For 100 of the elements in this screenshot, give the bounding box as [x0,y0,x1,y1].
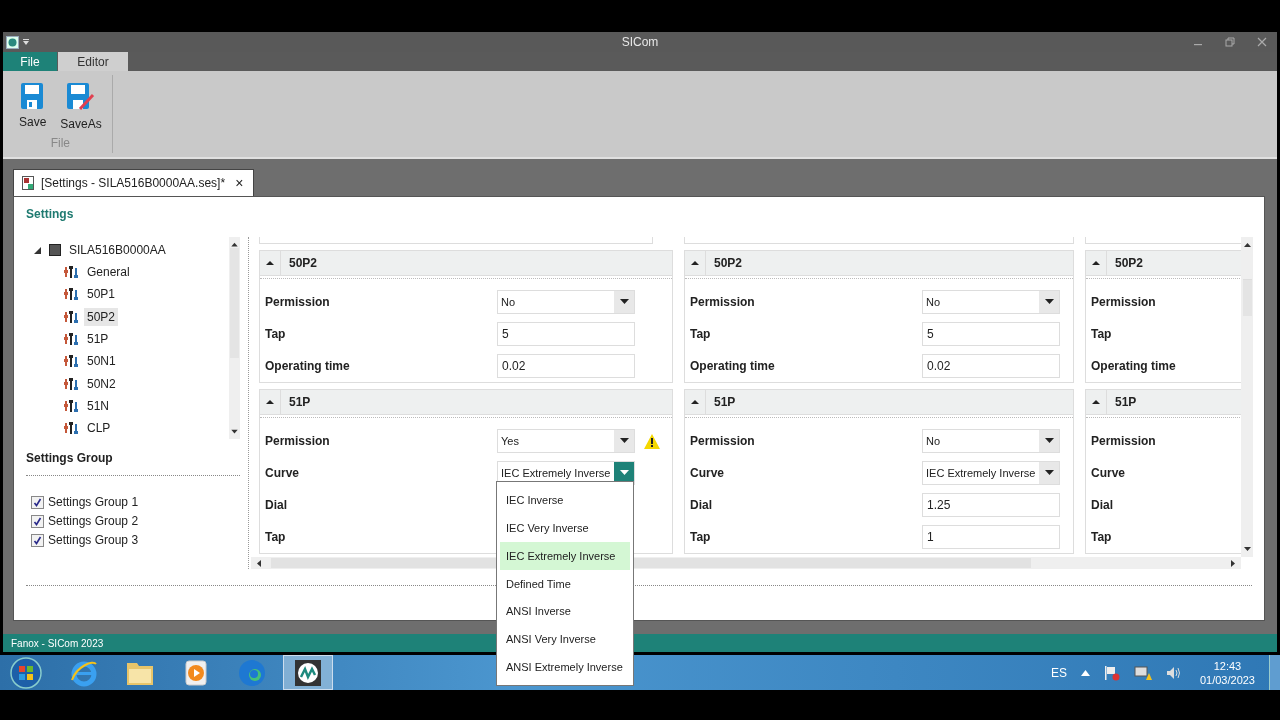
input-field[interactable]: 5 [922,322,1060,346]
clock-time[interactable]: 12:43 [1213,659,1242,672]
tree-item[interactable]: 50N1 [84,352,119,371]
start-button[interactable] [9,655,43,690]
field-label: Tap [1091,327,1113,341]
close-icon[interactable] [1257,37,1267,47]
caret-icon [619,470,629,476]
dropdown-button[interactable] [1039,291,1059,313]
scroll-left-icon[interactable] [255,557,263,569]
field-label: Curve [265,466,300,480]
document-title: [Settings - SILA516B0000AA.ses]* [41,176,226,190]
dropdown-field[interactable]: IEC Extremely Inverse [922,461,1060,485]
clock-date[interactable]: 01/03/2023 [1199,673,1255,686]
tree-item[interactable]: 51N [84,396,112,415]
input-field[interactable]: 1 [922,525,1060,549]
scroll-down-icon[interactable] [229,427,240,435]
checkbox-label: Settings Group 1 [48,495,139,509]
input-field[interactable]: 5 [497,322,635,346]
dropdown-option[interactable]: ANSI Extremely Inverse [500,653,630,681]
dropdown-option[interactable]: ANSI Inverse [500,597,630,626]
ribbon-tab[interactable]: Editor [58,52,128,71]
dropdown-field[interactable]: No [922,290,1060,314]
save-as-button[interactable]: SaveAs [60,83,102,131]
field-label: Permission [265,295,331,309]
close-tab-button[interactable]: × [235,175,244,191]
ribbon-tab[interactable]: File [3,52,57,71]
up-arrow-icon[interactable] [1080,669,1090,676]
status-text: Fanox - SICom 2023 [11,637,104,649]
field-label: Dial [690,498,713,512]
save-button[interactable]: Save [19,83,47,131]
card-title: 51P [1115,395,1137,409]
sliders-icon [64,421,78,436]
input-field[interactable]: 0.02 [497,354,635,378]
language-indicator[interactable]: ES [1050,665,1067,680]
field-label: Curve [1091,466,1126,480]
dropdown-arrow-icon[interactable] [22,39,30,45]
field-label: Tap [690,327,712,341]
scroll-right-icon[interactable] [1229,557,1237,569]
dropdown-option[interactable]: IEC Extremely Inverse [500,541,630,570]
sliders-icon [64,287,78,302]
field-label: Tap [690,530,712,544]
group-label: File [50,136,71,150]
dropdown-option[interactable]: ANSI Very Inverse [500,625,630,654]
caret-icon [1044,299,1054,305]
dropdown-option[interactable]: IEC Inverse [500,486,630,514]
dropdown-field[interactable]: Yes [497,429,635,453]
network-icon[interactable] [1133,664,1152,681]
caret-icon [1044,470,1054,476]
field-label: Dial [1091,498,1114,512]
dropdown-option[interactable]: IEC Very Inverse [500,513,630,542]
expand-arrow-icon[interactable] [34,246,41,254]
zigzag-icon[interactable] [283,655,333,690]
flag-icon[interactable] [1103,664,1120,681]
checkbox-label: Settings Group 3 [48,533,139,547]
field-label: Permission [690,434,756,448]
field-label: Permission [690,295,756,309]
dropdown-button[interactable] [614,291,634,313]
sliders-icon [64,398,78,413]
window-title: SICom [621,35,659,49]
tree-item[interactable]: General [84,263,133,282]
input-field[interactable]: 1.25 [922,493,1060,517]
device-icon [49,244,61,256]
dropdown-field[interactable]: No [497,290,635,314]
document-tab[interactable]: [Settings - SILA516B0000AA.ses]* × [13,169,255,196]
dropdown-field[interactable]: No [922,429,1060,453]
tree-item[interactable]: 51P [84,330,112,349]
sliders-icon [64,309,78,324]
field-label: Tap [1091,530,1113,544]
dropdown-option[interactable]: Defined Time [500,569,630,598]
scroll-down-icon[interactable] [1241,545,1253,553]
tree-item[interactable]: 50P1 [84,285,119,304]
app-icon[interactable] [6,35,19,49]
dropdown-button[interactable] [1039,462,1059,484]
card-title: 50P2 [289,256,318,270]
input-field[interactable]: 0.02 [922,354,1060,378]
caret-icon [1044,438,1054,444]
scroll-up-icon[interactable] [1241,241,1253,249]
scrollbar[interactable] [229,237,240,439]
tree-item[interactable]: 50P2 [84,307,119,326]
dropdown-button[interactable] [1039,430,1059,452]
field-label: Tap [265,327,287,341]
field-label: Curve [690,466,725,480]
field-label: Operating time [265,359,351,373]
group-heading: Settings Group [26,451,114,465]
dropdown-button[interactable] [614,430,634,452]
tree-item[interactable]: SILA516B0000AA [69,243,166,257]
checkbox[interactable] [31,533,44,547]
speaker-icon[interactable] [1165,665,1182,680]
field-label: Operating time [1091,359,1177,373]
sliders-icon [64,332,78,347]
checkbox[interactable] [31,495,44,509]
scrollbar[interactable] [1241,237,1253,557]
checkbox[interactable] [31,514,44,528]
field-label: Permission [1091,434,1157,448]
card-title: 51P [289,395,311,409]
field-label: Tap [265,530,287,544]
tree-item[interactable]: 50N2 [84,374,119,393]
sliders-icon [64,265,78,280]
tree-item[interactable]: CLP [84,419,114,438]
caret-icon [619,299,629,305]
